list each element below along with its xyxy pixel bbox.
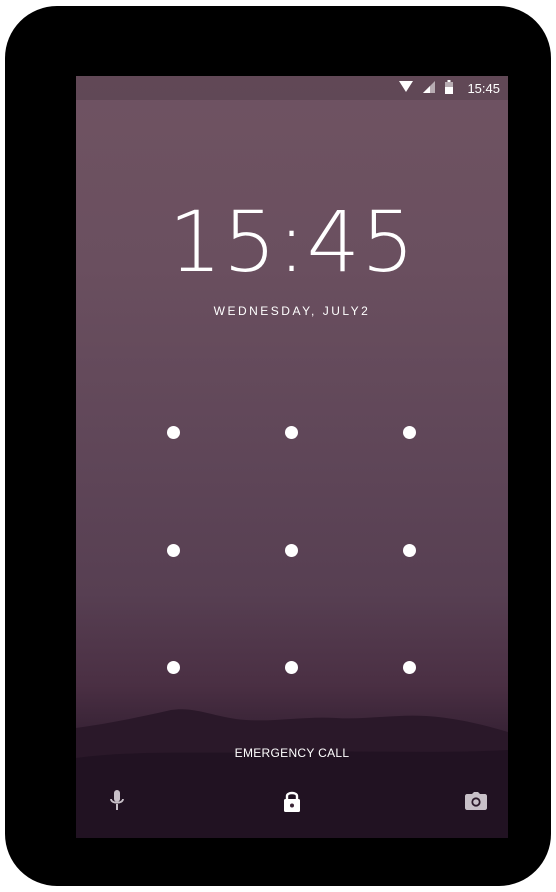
emergency-call-button[interactable]: EMERGENCY CALL xyxy=(76,746,508,760)
pattern-lock-grid[interactable] xyxy=(76,76,508,838)
voice-assist-icon[interactable] xyxy=(104,788,130,814)
pattern-dot[interactable] xyxy=(167,661,180,674)
pattern-dot[interactable] xyxy=(167,426,180,439)
lock-screen: 15:45 15:45 WEDNESDAY, JULY2 EMERGENCY C… xyxy=(76,76,508,838)
device-frame: 15:45 15:45 WEDNESDAY, JULY2 EMERGENCY C… xyxy=(5,6,551,886)
pattern-dot[interactable] xyxy=(285,544,298,557)
pattern-dot[interactable] xyxy=(167,544,180,557)
lock-icon[interactable] xyxy=(279,788,305,814)
pattern-dot[interactable] xyxy=(403,544,416,557)
pattern-dot[interactable] xyxy=(403,426,416,439)
pattern-dot[interactable] xyxy=(285,426,298,439)
pattern-dot[interactable] xyxy=(403,661,416,674)
pattern-dot[interactable] xyxy=(285,661,298,674)
camera-icon[interactable] xyxy=(463,788,489,814)
